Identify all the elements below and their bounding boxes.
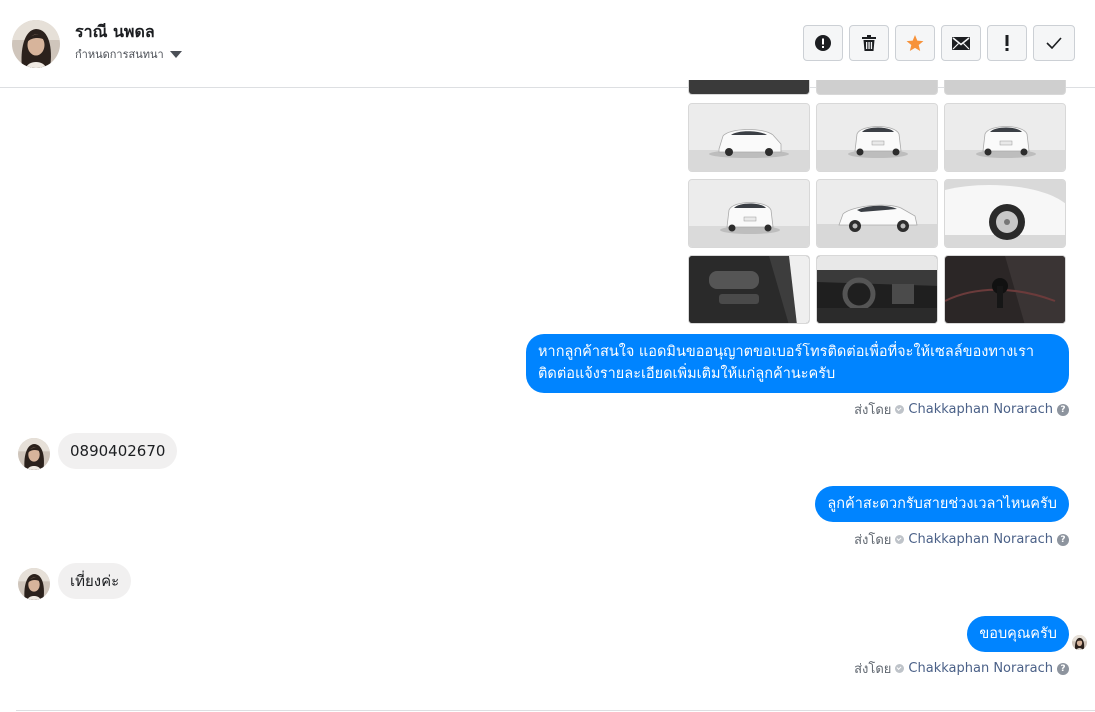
trash-icon <box>862 35 876 51</box>
sent-by-info: ส่งโดย Chakkaphan Norarach ? <box>854 658 1069 679</box>
car-photo-dashboard[interactable] <box>816 255 938 324</box>
message-text: 0890402670 <box>70 442 166 460</box>
done-button[interactable] <box>1033 25 1075 61</box>
contact-avatar[interactable] <box>12 20 60 68</box>
exclamation-icon <box>1005 35 1009 51</box>
contact-avatar-small[interactable] <box>18 568 50 600</box>
verified-icon <box>895 405 905 414</box>
caret-down-icon <box>169 51 182 58</box>
composer-divider <box>16 710 1095 711</box>
read-receipt-avatar <box>1072 635 1087 650</box>
help-icon[interactable]: ? <box>1057 662 1069 675</box>
car-photo-door-interior[interactable] <box>688 255 810 324</box>
sent-by-label: ส่งโดย <box>854 662 892 677</box>
car-photo-front-left[interactable] <box>688 103 810 172</box>
envelope-icon <box>952 36 970 50</box>
checkmark-icon <box>1046 37 1062 49</box>
delete-button[interactable] <box>849 25 889 61</box>
car-photo-partial-3[interactable] <box>944 80 1066 95</box>
assign-conversation-dropdown[interactable]: กำหนดการสนทนา <box>75 45 182 63</box>
verified-icon <box>895 535 905 544</box>
message-text: ลูกค้าสะดวกรับสายช่วงเวลาไหนครับ <box>827 496 1057 512</box>
message-bubble-incoming[interactable]: เที่ยงค่ะ <box>58 563 132 599</box>
message-bubble-outgoing[interactable]: หากลูกค้าสนใจ แอดมินขออนุญาตขอเบอร์โทรติ… <box>526 334 1069 393</box>
car-photo-rear-right[interactable] <box>816 103 938 172</box>
star-button[interactable] <box>895 25 935 61</box>
agent-name[interactable]: Chakkaphan Norarach <box>908 661 1053 676</box>
car-photo-wheel-closeup[interactable] <box>944 179 1066 248</box>
message-text-line: ติดต่อแจ้งรายละเอียดเพิ่มเติมให้แก่ลูกค้… <box>538 366 836 382</box>
sent-by-label: ส่งโดย <box>854 533 892 548</box>
agent-name[interactable]: Chakkaphan Norarach <box>908 532 1053 547</box>
report-button[interactable] <box>803 25 843 61</box>
star-icon <box>906 34 924 52</box>
message-bubble-incoming[interactable]: 0890402670 <box>58 433 178 469</box>
message-text-line: หากลูกค้าสนใจ แอดมินขออนุญาตขอเบอร์โทรติ… <box>538 344 1035 360</box>
sent-by-info: ส่งโดย Chakkaphan Norarach ? <box>854 529 1069 550</box>
sent-by-info: ส่งโดย Chakkaphan Norarach ? <box>854 399 1069 420</box>
car-photo-partial-2[interactable] <box>816 80 938 95</box>
mark-unread-button[interactable] <box>941 25 981 61</box>
assign-conversation-label: กำหนดการสนทนา <box>75 48 164 61</box>
car-photo-side[interactable] <box>816 179 938 248</box>
help-icon[interactable]: ? <box>1057 533 1069 546</box>
conversation-toolbar <box>803 25 1075 61</box>
message-bubble-outgoing[interactable]: ลูกค้าสะดวกรับสายช่วงเวลาไหนครับ <box>815 486 1069 522</box>
agent-name[interactable]: Chakkaphan Norarach <box>908 402 1053 417</box>
car-photo-rear[interactable] <box>944 103 1066 172</box>
sent-by-label: ส่งโดย <box>854 403 892 418</box>
conversation-header: ราณี นพดล กำหนดการสนทนา <box>0 0 1095 88</box>
car-photo-partial-1[interactable] <box>688 80 810 95</box>
message-bubble-outgoing[interactable]: ขอบคุณครับ <box>967 616 1069 652</box>
follow-up-button[interactable] <box>987 25 1027 61</box>
help-icon[interactable]: ? <box>1057 403 1069 416</box>
car-photo-gear-shifter[interactable] <box>944 255 1066 324</box>
verified-icon <box>895 664 905 673</box>
contact-name[interactable]: ราณี นพดล <box>75 20 155 45</box>
message-text: เที่ยงค่ะ <box>70 572 120 590</box>
message-text: ขอบคุณครับ <box>979 626 1057 642</box>
alert-circle-icon <box>815 35 831 51</box>
car-photo-rear-left[interactable] <box>688 179 810 248</box>
contact-avatar-small[interactable] <box>18 438 50 470</box>
